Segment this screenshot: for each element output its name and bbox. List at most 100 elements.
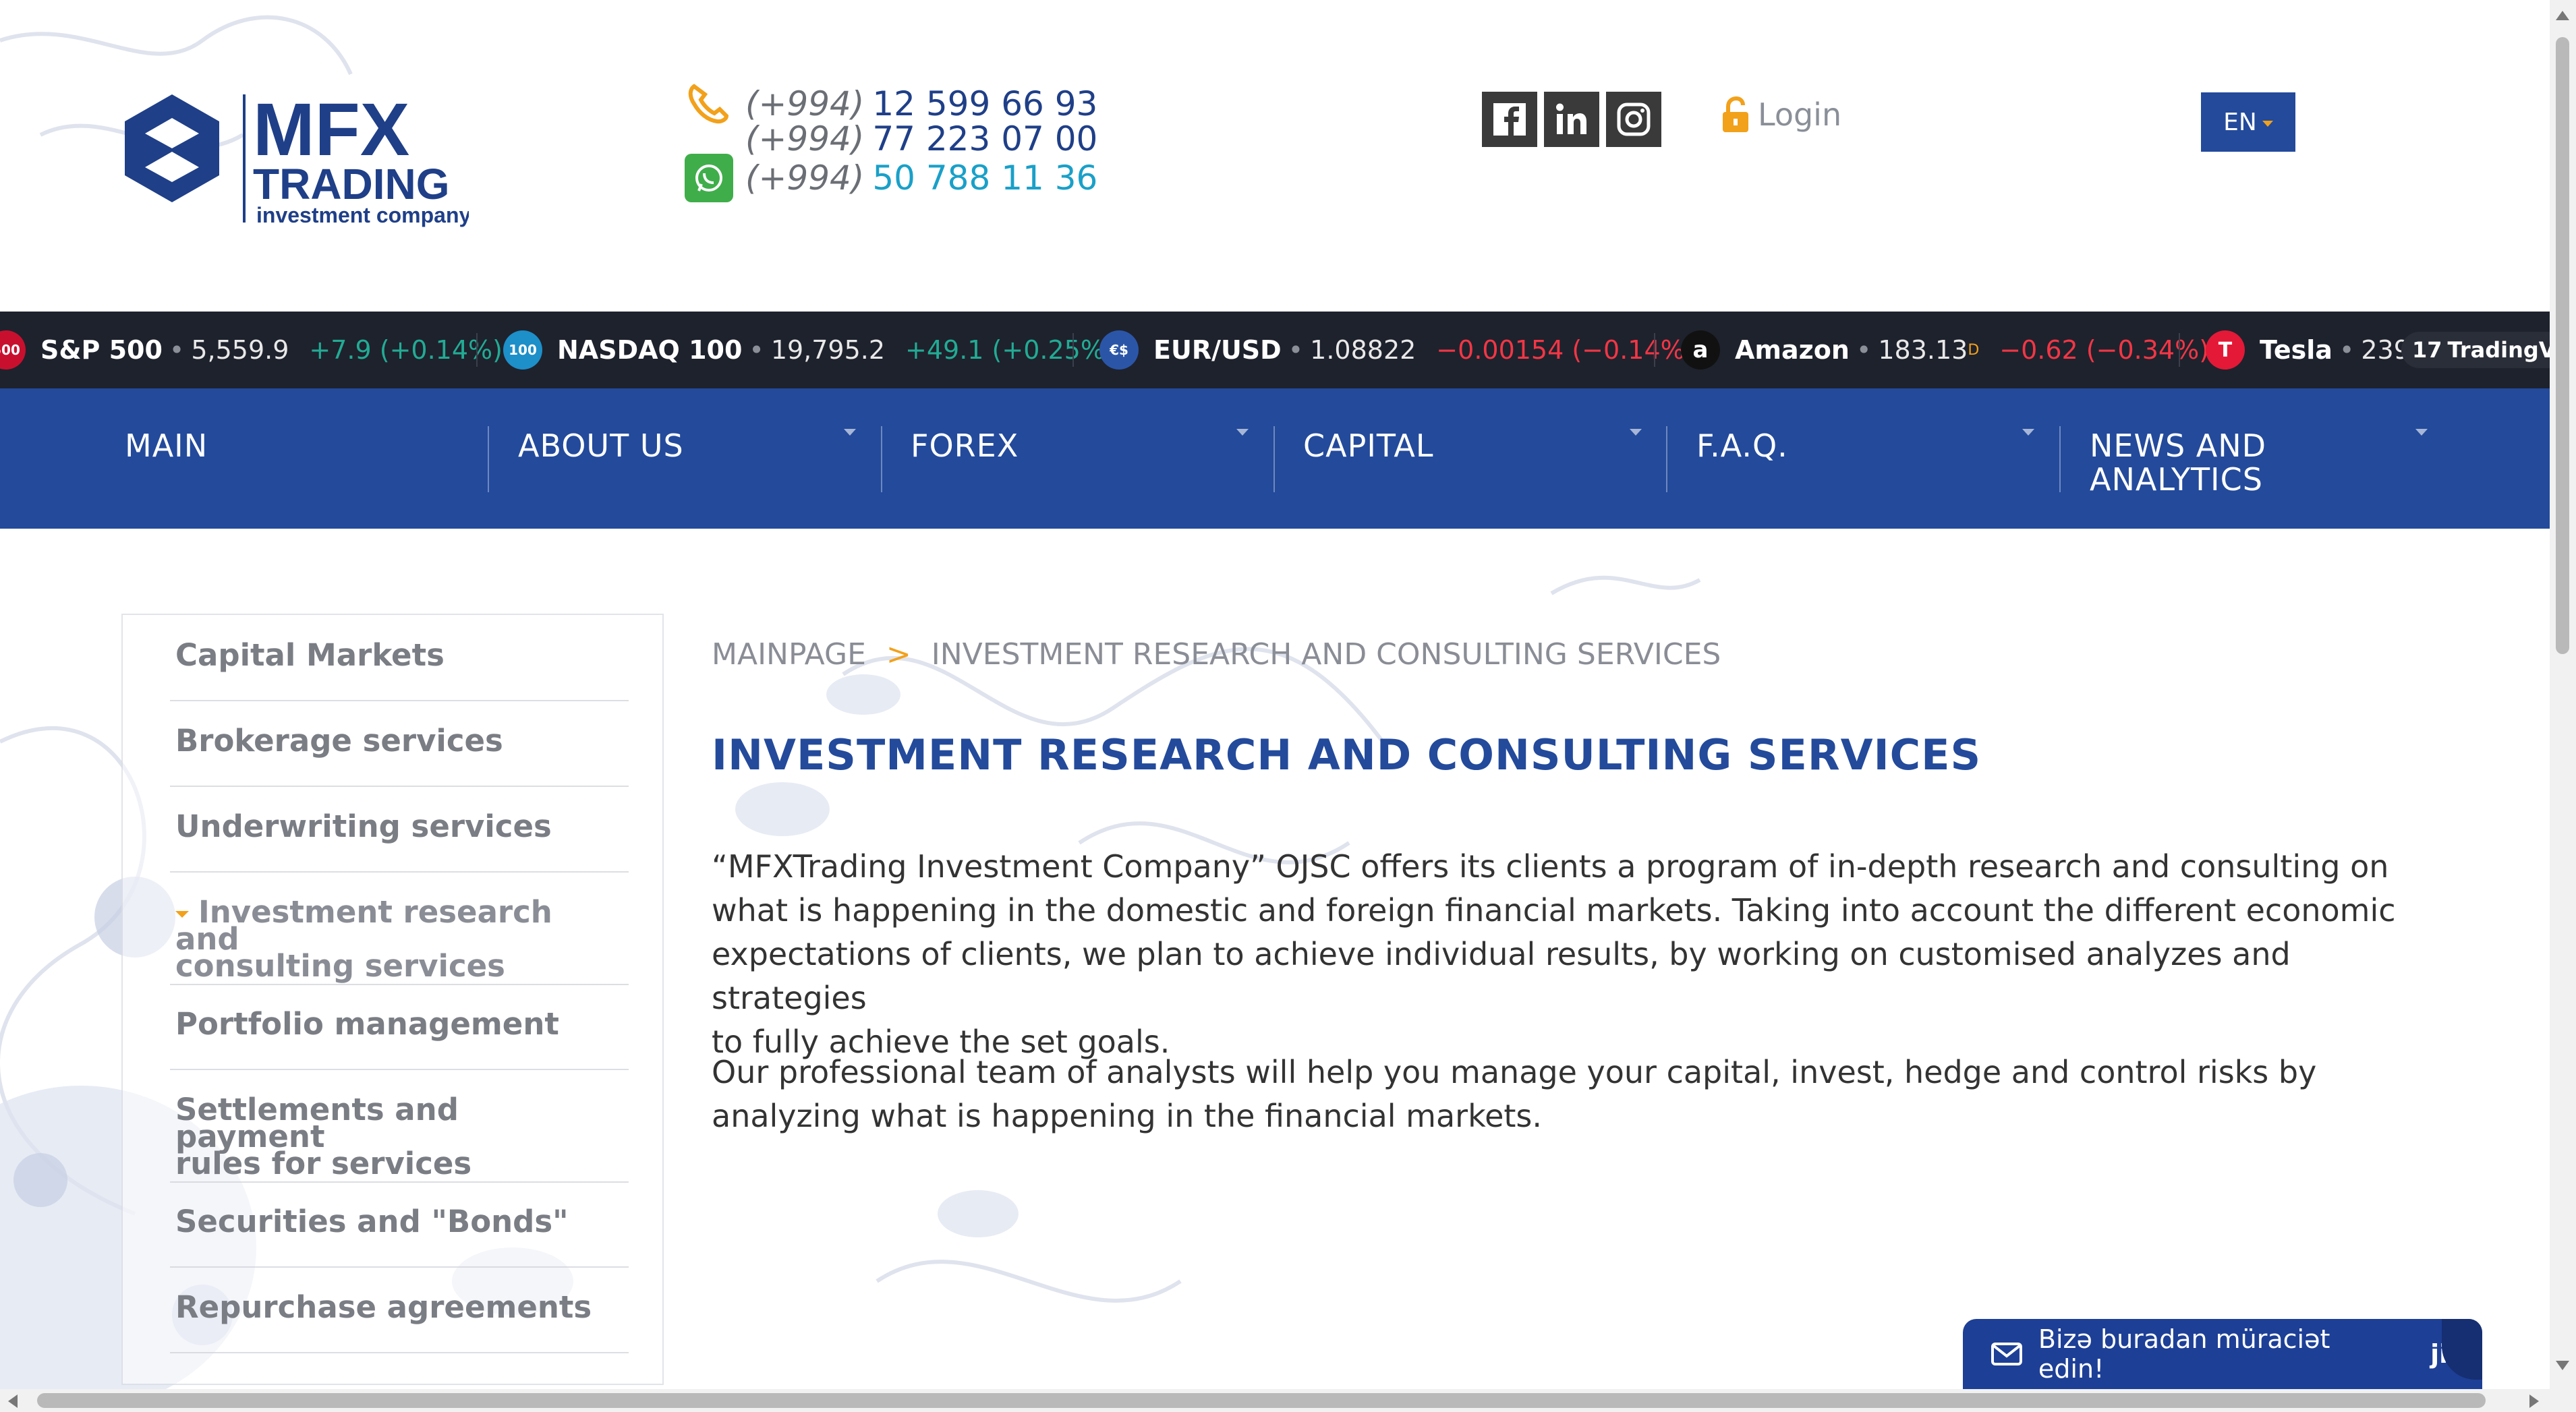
sidebar-item-investment-research[interactable]: Investment research and consulting servi… <box>175 897 607 984</box>
breadcrumb-current: INVESTMENT RESEARCH AND CONSULTING SERVI… <box>931 637 1721 672</box>
chevron-down-icon <box>1630 429 1642 436</box>
eurusd-flag-icon: €$ <box>1099 330 1139 370</box>
phone-number[interactable]: 77 223 07 00 <box>872 119 1097 158</box>
amazon-logo-icon: a <box>1681 330 1720 370</box>
sidebar-divider <box>170 1181 629 1183</box>
instagram-icon[interactable] <box>1606 92 1661 147</box>
content-paragraph-2: Our professional team of analysts will h… <box>712 1051 2438 1138</box>
nav-main[interactable]: MAIN <box>125 429 208 463</box>
sidebar-divider <box>170 984 629 985</box>
sidebar-item-label: Securities and "Bonds" <box>175 1204 569 1239</box>
sidebar-item-label: Settlements and payment <box>175 1092 459 1154</box>
login-label: Login <box>1758 96 1842 133</box>
phone-prefix: (+994) <box>745 84 865 123</box>
ticker-price: 5,559.9 <box>191 335 289 365</box>
sidebar-item-brokerage-services[interactable]: Brokerage services <box>175 726 607 756</box>
nav-faq[interactable]: F.A.Q. <box>1696 429 1788 463</box>
chat-widget[interactable]: Bizə buradan müraciət edin! jivo <box>1963 1319 2482 1389</box>
horizontal-scrollbar-thumb[interactable] <box>37 1393 2486 1408</box>
sidebar-divider <box>170 700 629 701</box>
ticker-name: Tesla <box>2260 335 2332 365</box>
chevron-down-icon <box>1236 429 1249 436</box>
nav-forex[interactable]: FOREX <box>911 429 1019 463</box>
sidebar-divider <box>170 1069 629 1070</box>
phone-number[interactable]: 12 599 66 93 <box>872 84 1097 123</box>
paragraph-line: what is happening in the domestic and fo… <box>712 892 2396 929</box>
phone-list: (+994) 12 599 66 93 (+994) 77 223 07 00 … <box>685 84 1097 202</box>
nav-label: ABOUT US <box>518 428 684 464</box>
facebook-icon[interactable] <box>1482 92 1537 147</box>
tradingview-badge[interactable]: 17 TradingView <box>2401 332 2550 368</box>
ticker-change: +7.9 (+0.14%) <box>309 335 503 365</box>
ticker-item[interactable]: a Amazon • 183.13 D −0.62 (−0.34%) <box>1681 312 2209 388</box>
ticker-item[interactable]: 500 S&P 500 • 5,559.9 +7.9 (+0.14%) <box>0 312 503 388</box>
ticker-dot: • <box>1856 335 1872 365</box>
sidebar-divider <box>170 786 629 787</box>
sidebar-item-label: Brokerage services <box>175 723 503 759</box>
nav-label: MAIN <box>125 428 208 464</box>
ticker-item[interactable]: 100 NASDAQ 100 • 19,795.2 +49.1 (+0.25%) <box>503 312 1115 388</box>
sidebar-item-settlements[interactable]: Settlements and payment rules for servic… <box>175 1092 607 1179</box>
mfx-logo[interactable]: MFX TRADING investment company <box>118 88 469 233</box>
phone-row-1[interactable]: (+994) 12 599 66 93 <box>685 84 1097 124</box>
nasdaq-logo-icon: 100 <box>503 330 542 370</box>
ticker-item[interactable]: T Tesla • 239. <box>2206 312 2418 388</box>
scroll-up-arrow-icon[interactable] <box>2556 11 2569 20</box>
nav-capital[interactable]: CAPITAL <box>1303 429 1434 463</box>
ticker-divider <box>1654 333 1655 367</box>
sidebar-item-label: Underwriting services <box>175 808 552 844</box>
nav-label: F.A.Q. <box>1696 428 1788 464</box>
linkedin-icon[interactable] <box>1544 92 1599 147</box>
sidebar-item-capital-markets[interactable]: Capital Markets <box>175 640 607 670</box>
ticker-item[interactable]: €$ EUR/USD • 1.08822 −0.00154 (−0.14%) <box>1099 312 1695 388</box>
language-current: EN <box>2223 108 2257 136</box>
sidebar-item-repurchase-agreements[interactable]: Repurchase agreements <box>175 1292 607 1322</box>
scroll-right-arrow-icon[interactable] <box>2529 1394 2539 1408</box>
logo-trading-text: TRADING <box>253 160 450 208</box>
scroll-left-arrow-icon[interactable] <box>8 1394 18 1408</box>
ticker-name: EUR/USD <box>1153 335 1282 365</box>
vertical-scrollbar-thumb[interactable] <box>2556 37 2569 654</box>
nav-about-us[interactable]: ABOUT US <box>518 429 684 463</box>
phone-row-2[interactable]: (+994) 77 223 07 00 <box>685 119 1097 158</box>
ticker-change: −0.62 (−0.34%) <box>1999 335 2210 365</box>
mail-icon <box>1991 1343 2022 1365</box>
paragraph-line: analyzing what is happening in the finan… <box>712 1098 1543 1134</box>
phone-row-3[interactable]: (+994) 50 788 11 36 <box>685 154 1097 202</box>
nav-label: NEWS AND <box>2090 428 2267 464</box>
login-link[interactable]: Login <box>1719 94 1841 135</box>
chat-message: Bizə buradan müraciət edin! <box>2038 1324 2330 1384</box>
whatsapp-number[interactable]: 50 788 11 36 <box>872 158 1097 198</box>
nav-divider <box>881 426 882 492</box>
chat-bubble-icon <box>2442 1319 2482 1380</box>
sidebar-item-label-line2: consulting services <box>175 948 505 984</box>
logo-subtitle-text: investment company <box>256 203 469 227</box>
ticker-change: −0.00154 (−0.14%) <box>1436 335 1695 365</box>
sidebar-item-securities-bonds[interactable]: Securities and "Bonds" <box>175 1206 607 1237</box>
nav-label-line2: ANALYTICS <box>2090 461 2263 498</box>
ticker-dot: • <box>2339 335 2355 365</box>
language-selector[interactable]: EN <box>2201 92 2295 152</box>
nav-divider <box>488 426 489 492</box>
nav-divider <box>1273 426 1275 492</box>
breadcrumb-separator: > <box>886 637 911 672</box>
ticker-price: 1.08822 <box>1310 335 1416 365</box>
sidebar-item-portfolio-management[interactable]: Portfolio management <box>175 1009 607 1039</box>
logo-mark-text: MFX <box>253 88 409 171</box>
breadcrumb-home-link[interactable]: MAINPAGE <box>712 637 866 672</box>
ticker-divider <box>2179 333 2180 367</box>
sidebar-menu: Capital Markets Brokerage services Under… <box>121 614 664 1385</box>
whatsapp-icon <box>685 154 733 202</box>
nav-news-and-analytics[interactable]: NEWS AND ANALYTICS <box>2090 429 2266 496</box>
sidebar-item-underwriting-services[interactable]: Underwriting services <box>175 811 607 842</box>
phone-prefix: (+994) <box>745 119 865 158</box>
scroll-down-arrow-icon[interactable] <box>2556 1361 2569 1370</box>
tradingview-label: TradingView <box>2447 337 2550 363</box>
chevron-down-icon <box>2262 120 2273 127</box>
sidebar-divider <box>170 1352 629 1353</box>
sp500-logo-icon: 500 <box>0 330 26 370</box>
ticker-name: NASDAQ 100 <box>557 335 743 365</box>
market-ticker[interactable]: 500 S&P 500 • 5,559.9 +7.9 (+0.14%) 100 … <box>0 312 2550 388</box>
breadcrumb: MAINPAGE > INVESTMENT RESEARCH AND CONSULT… <box>712 637 1721 672</box>
chevron-down-icon <box>2415 429 2428 436</box>
